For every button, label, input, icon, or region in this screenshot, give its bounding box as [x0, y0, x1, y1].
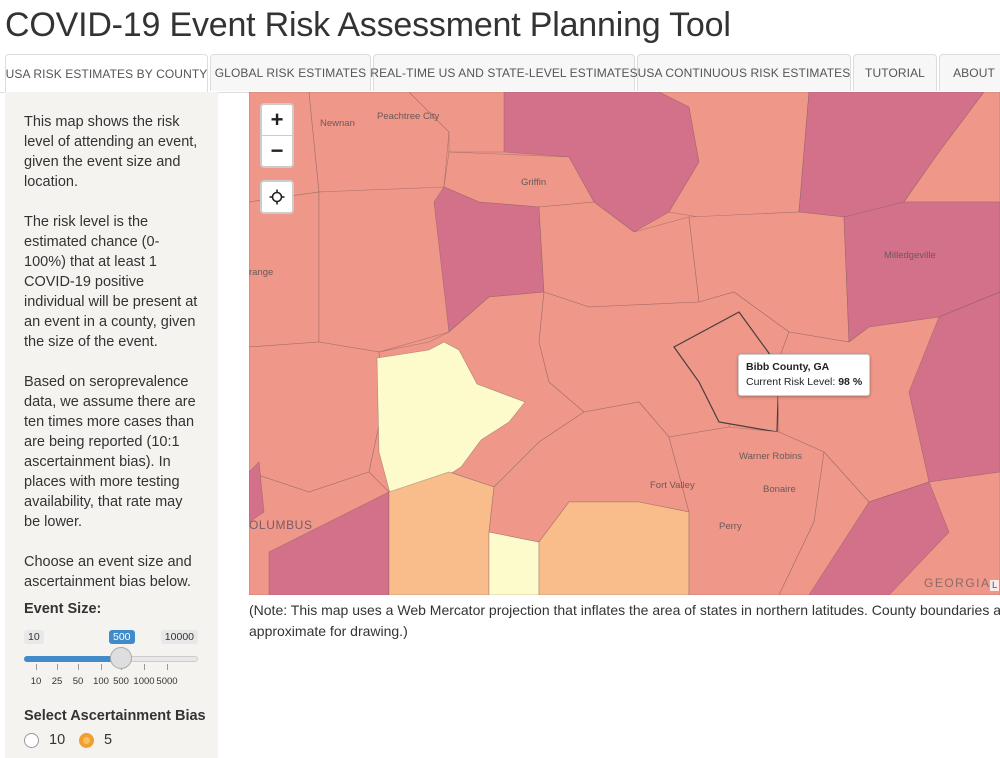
tab-global-risk[interactable]: GLOBAL RISK ESTIMATES [210, 54, 371, 91]
slider-tick [167, 664, 168, 670]
slider-tick-label: 1000 [133, 676, 155, 687]
tab-usa-risk-by-county[interactable]: USA RISK ESTIMATES BY COUNTY [5, 54, 208, 93]
place-label-newnan: Newnan [320, 118, 355, 129]
place-label-peachtree-city: Peachtree City [377, 111, 440, 122]
map-attribution[interactable]: L [990, 580, 1000, 591]
tab-bar: USA RISK ESTIMATES BY COUNTY GLOBAL RISK… [0, 54, 1000, 93]
tab-usa-continuous[interactable]: USA CONTINUOUS RISK ESTIMATES [637, 54, 851, 91]
slider-tick-label: 10 [30, 676, 42, 687]
ascertainment-bias-label: Select Ascertainment Bias [24, 708, 206, 724]
locate-control [260, 180, 294, 214]
tab-about[interactable]: ABOUT [939, 54, 1000, 91]
county-region[interactable] [388, 471, 495, 595]
place-label-georgia: GEORGIA [924, 576, 991, 590]
tooltip-risk-value: 98 [838, 376, 850, 388]
slider-tick-label: 500 [113, 676, 129, 687]
slider-tick [101, 664, 102, 670]
zoom-in-button[interactable]: + [262, 105, 292, 136]
tooltip-risk-unit: % [852, 376, 863, 388]
bias-option-5[interactable]: 5 [79, 732, 112, 748]
page-title: COVID-19 Event Risk Assessment Planning … [5, 6, 731, 44]
county-region[interactable] [538, 501, 690, 595]
place-label-griffin: Griffin [521, 177, 547, 188]
radio-button[interactable] [24, 732, 39, 748]
slider-tick [57, 664, 58, 670]
slider-min-label: 10 [24, 630, 44, 644]
sidebar: This map shows the risk level of attendi… [5, 92, 218, 758]
radio-label: 10 [49, 732, 66, 748]
place-label-milledgeville: Milledgeville [884, 250, 936, 261]
slider-tick-label: 5000 [156, 676, 178, 687]
slider-tick [36, 664, 37, 670]
county-region[interactable] [488, 531, 540, 595]
place-label-grange: range [249, 267, 274, 278]
radio-label: 5 [104, 732, 113, 748]
tooltip-risk-label: Current Risk Level: [746, 376, 836, 388]
county-region[interactable] [249, 341, 385, 493]
slider-tick-label: 25 [51, 676, 63, 687]
slider-fill [24, 656, 121, 662]
slider-tick-label: 50 [72, 676, 84, 687]
county-tooltip: Bibb County, GA Current Risk Level: 98 % [738, 354, 871, 396]
county-polygons [249, 92, 1000, 595]
slider-tick [144, 664, 145, 670]
risk-map[interactable]: + − Newnan Peachtree City Griffin range … [249, 92, 1000, 595]
place-label-perry: Perry [719, 521, 742, 532]
tooltip-county-name: Bibb County, GA [746, 361, 830, 373]
place-label-columbus: OLUMBUS [249, 518, 313, 532]
projection-note: (Note: This map uses a Web Mercator proj… [249, 600, 1000, 642]
county-region[interactable] [318, 186, 450, 353]
zoom-out-button[interactable]: − [262, 136, 292, 166]
place-label-fort-valley: Fort Valley [650, 480, 695, 491]
event-size-slider[interactable]: 10 500 10000 10 25 50 100 500 1000 5000 [24, 630, 200, 692]
tab-tutorial[interactable]: TUTORIAL [853, 54, 937, 91]
radio-button[interactable] [79, 732, 94, 748]
description-paragraph: Based on seroprevalence data, we assume … [24, 374, 196, 530]
tab-realtime-us-state[interactable]: REAL-TIME US AND STATE-LEVEL ESTIMATES [370, 54, 638, 91]
tooltip-risk-line: Current Risk Level: 98 % [746, 375, 862, 390]
crosshair-icon [269, 189, 285, 205]
projection-note-text: (Note: This map uses a Web Mercator proj… [249, 602, 1000, 639]
description-paragraph: This map shows the risk level of attendi… [24, 114, 198, 190]
slider-max-label: 10000 [160, 630, 198, 644]
locate-button[interactable] [262, 182, 292, 212]
bias-option-10[interactable]: 10 [24, 732, 65, 748]
place-label-bonaire: Bonaire [763, 484, 796, 495]
slider-tick [78, 664, 79, 670]
event-size-label: Event Size: [24, 601, 102, 617]
slider-value-label: 500 [109, 630, 135, 644]
slider-handle[interactable] [110, 647, 132, 669]
description-paragraph: The risk level is the estimated chance (… [24, 214, 198, 350]
description-paragraph: Choose an event size and ascertainment b… [24, 554, 192, 590]
slider-tick-label: 100 [93, 676, 109, 687]
zoom-control: + − [260, 103, 294, 168]
place-label-warner-robins: Warner Robins [739, 451, 803, 462]
